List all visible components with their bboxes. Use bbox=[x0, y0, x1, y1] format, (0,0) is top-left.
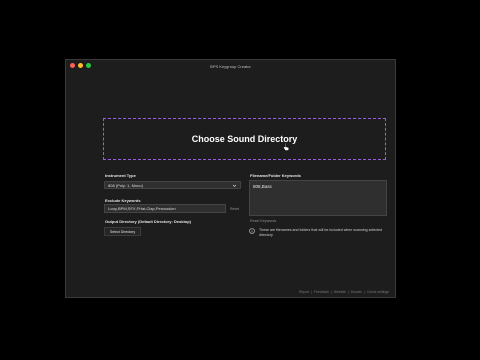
choose-directory-dropzone[interactable]: Choose Sound Directory bbox=[103, 118, 386, 160]
footer-link-donate[interactable]: Donate bbox=[351, 290, 362, 294]
info-text: These are filenames and folders that wil… bbox=[259, 228, 383, 237]
filename-keywords-label: Filename/Folder Keywords bbox=[250, 173, 301, 178]
reset-keywords-button[interactable]: Reset Keywords bbox=[250, 219, 276, 223]
title-bar: BPS Keygroup Creator bbox=[66, 60, 395, 72]
exclude-keywords-input[interactable]: Loop,BPM,SFX,FHat,Clap,Percussion bbox=[104, 204, 226, 213]
chevron-down-icon bbox=[232, 184, 237, 187]
footer-link-report[interactable]: Report bbox=[299, 290, 309, 294]
output-directory-label: Output Directory (Default Directory: Des… bbox=[105, 219, 192, 224]
footer-separator: | bbox=[348, 290, 349, 294]
window-title: BPS Keygroup Creator bbox=[210, 63, 251, 69]
instrument-type-label: Instrument Type bbox=[105, 173, 136, 178]
info-circle-icon bbox=[249, 228, 255, 234]
footer-links: Report | Feedback | Website | Donate | C… bbox=[299, 290, 389, 294]
footer-separator: | bbox=[330, 290, 332, 294]
hand-pointer-icon bbox=[282, 142, 290, 151]
reset-exclude-button[interactable]: Reset bbox=[230, 207, 239, 211]
instrument-type-value: 808 (Poly: 1, Mono) bbox=[108, 182, 143, 188]
exclude-keywords-label: Exclude Keywords bbox=[105, 198, 141, 203]
footer-separator: | bbox=[363, 290, 365, 294]
close-window-button[interactable] bbox=[70, 63, 75, 68]
minimize-window-button[interactable] bbox=[78, 63, 83, 68]
zoom-window-button[interactable] bbox=[86, 63, 91, 68]
footer-link-feedback[interactable]: Feedback bbox=[314, 290, 329, 294]
exclude-keywords-value: Loop,BPM,SFX,FHat,Clap,Percussion bbox=[108, 206, 176, 211]
select-directory-button[interactable]: Select Directory bbox=[104, 227, 141, 236]
filename-keywords-textarea[interactable]: 808,Bass bbox=[249, 180, 387, 216]
footer-separator: | bbox=[311, 290, 313, 294]
window-controls bbox=[70, 63, 91, 68]
instrument-type-select[interactable]: 808 (Poly: 1, Mono) bbox=[104, 181, 241, 189]
select-directory-label: Select Directory bbox=[109, 229, 136, 234]
footer-link-check-settings[interactable]: Check settings bbox=[367, 290, 389, 294]
filename-keywords-value: 808,Bass bbox=[253, 184, 272, 189]
footer-link-website[interactable]: Website bbox=[334, 290, 346, 294]
app-window: BPS Keygroup Creator Choose Sound Direct… bbox=[65, 59, 396, 298]
